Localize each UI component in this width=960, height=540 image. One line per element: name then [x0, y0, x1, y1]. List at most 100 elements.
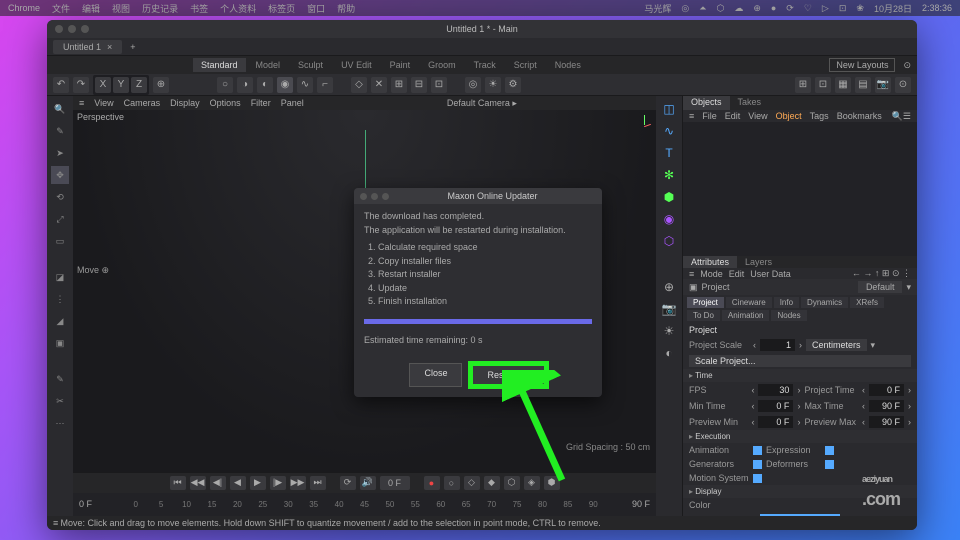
edit-icon[interactable]: ✎: [51, 122, 69, 140]
obj-menu[interactable]: Object: [776, 111, 802, 121]
axis-gizmo[interactable]: [639, 115, 651, 127]
loop-icon[interactable]: ⟳: [340, 476, 356, 490]
goto-end-icon[interactable]: ⏭: [310, 476, 326, 490]
frame-field[interactable]: 0 F: [380, 476, 410, 490]
knife-icon[interactable]: ✂: [51, 392, 69, 410]
tab-layers[interactable]: Layers: [737, 256, 780, 268]
gen-checkbox[interactable]: [753, 460, 762, 469]
next-key-icon[interactable]: ▶▶: [290, 476, 306, 490]
cat-xrefs[interactable]: XRefs: [850, 297, 884, 308]
material-icon[interactable]: ◐: [660, 344, 678, 362]
menu-item[interactable]: 帮助: [337, 2, 355, 15]
tool-icon[interactable]: ∿: [297, 77, 313, 93]
close-button[interactable]: Close: [409, 363, 462, 387]
status-icon[interactable]: ▷: [822, 3, 829, 14]
camera-icon[interactable]: 📷: [660, 300, 678, 318]
menu-item[interactable]: 视图: [112, 2, 130, 15]
new-tab-button[interactable]: +: [130, 42, 135, 52]
pmax-field[interactable]: 90 F: [869, 416, 904, 428]
misc-icon[interactable]: ⋯: [51, 414, 69, 432]
layout-track[interactable]: Track: [466, 58, 504, 72]
cat-dynamics[interactable]: Dynamics: [801, 297, 848, 308]
edge-icon[interactable]: ◢: [51, 312, 69, 330]
tab-attributes[interactable]: Attributes: [683, 256, 737, 268]
view-icon[interactable]: ▤: [855, 77, 871, 93]
scale-unit[interactable]: Centimeters: [806, 339, 867, 351]
menu-item[interactable]: 编辑: [82, 2, 100, 15]
globe-icon[interactable]: ⊕: [660, 278, 678, 296]
view-icon[interactable]: ⊞: [795, 77, 811, 93]
search-icon[interactable]: 🔍: [51, 100, 69, 118]
scale-value[interactable]: 1: [760, 339, 795, 351]
menu-item[interactable]: 个人资料: [220, 2, 256, 15]
layout-nodes[interactable]: Nodes: [547, 58, 589, 72]
vp-menu-item[interactable]: Cameras: [124, 98, 161, 108]
obj-menu[interactable]: View: [748, 111, 767, 121]
status-icon[interactable]: ⟳: [786, 3, 794, 14]
layout-standard[interactable]: Standard: [193, 58, 246, 72]
undo-icon[interactable]: ↶: [53, 77, 69, 93]
prev-frame-icon[interactable]: ◀|: [210, 476, 226, 490]
section-execution[interactable]: Execution: [683, 430, 917, 443]
tool-icon[interactable]: ◉: [277, 77, 293, 93]
select-icon[interactable]: ▭: [51, 232, 69, 250]
rotate-icon[interactable]: ⟲: [51, 188, 69, 206]
point-icon[interactable]: ⋮: [51, 290, 69, 308]
max-field[interactable]: 90 F: [869, 400, 904, 412]
vp-menu-item[interactable]: Options: [210, 98, 241, 108]
attr-menu[interactable]: Mode: [700, 269, 723, 279]
text-icon[interactable]: T: [660, 144, 678, 162]
object-list[interactable]: [683, 122, 917, 256]
range-end[interactable]: 90 F: [632, 499, 650, 509]
menu-item[interactable]: 标签页: [268, 2, 295, 15]
cube-icon[interactable]: ◫: [660, 100, 678, 118]
help-icon[interactable]: ⊙: [895, 77, 911, 93]
section-time[interactable]: Time: [683, 369, 917, 382]
axis-y[interactable]: Y: [113, 77, 129, 93]
tag-icon[interactable]: ⬡: [660, 232, 678, 250]
mot-checkbox[interactable]: [753, 474, 762, 483]
poly-icon[interactable]: ▣: [51, 334, 69, 352]
field-icon[interactable]: ⬢: [660, 188, 678, 206]
snap-icon[interactable]: ⊟: [411, 77, 427, 93]
menu-item[interactable]: 文件: [52, 2, 70, 15]
obj-menu[interactable]: Bookmarks: [837, 111, 882, 121]
layout-model[interactable]: Model: [248, 58, 289, 72]
axis-z[interactable]: Z: [131, 77, 147, 93]
cat-todo[interactable]: To Do: [687, 310, 720, 321]
sound-icon[interactable]: 🔊: [360, 476, 376, 490]
deformer-icon[interactable]: ◉: [660, 210, 678, 228]
tool-icon[interactable]: ○: [217, 77, 233, 93]
redo-icon[interactable]: ↷: [73, 77, 89, 93]
render-icon[interactable]: ◎: [465, 77, 481, 93]
status-icon[interactable]: ⊕: [753, 3, 761, 14]
snap-icon[interactable]: ◇: [351, 77, 367, 93]
obj-menu[interactable]: Tags: [810, 111, 829, 121]
view-icon[interactable]: ▦: [835, 77, 851, 93]
menu-item[interactable]: 历史记录: [142, 2, 178, 15]
snap-icon[interactable]: ⊞: [391, 77, 407, 93]
key-icon[interactable]: ◇: [464, 476, 480, 490]
layout-groom[interactable]: Groom: [420, 58, 464, 72]
attr-menu[interactable]: Edit: [729, 269, 745, 279]
tab-objects[interactable]: Objects: [683, 96, 730, 110]
tool-icon[interactable]: ⌐: [317, 77, 333, 93]
new-layouts-button[interactable]: New Layouts: [829, 58, 895, 72]
prev-key-icon[interactable]: ◀◀: [190, 476, 206, 490]
cat-project[interactable]: Project: [687, 297, 724, 308]
play-icon[interactable]: ▶: [250, 476, 266, 490]
tool-icon[interactable]: ◐: [257, 77, 273, 93]
vp-menu-item[interactable]: Panel: [281, 98, 304, 108]
cursor-icon[interactable]: ➤: [51, 144, 69, 162]
key-icon[interactable]: ⬢: [544, 476, 560, 490]
status-icon[interactable]: ⏶: [699, 3, 706, 14]
light-icon[interactable]: ☀: [660, 322, 678, 340]
render-icon[interactable]: ☀: [485, 77, 501, 93]
cat-info[interactable]: Info: [774, 297, 799, 308]
spline-icon[interactable]: ∿: [660, 122, 678, 140]
search-icon[interactable]: 🔍☰: [892, 111, 911, 122]
pmin-field[interactable]: 0 F: [758, 416, 793, 428]
range-start[interactable]: 0 F: [79, 499, 92, 509]
world-icon[interactable]: ⊕: [153, 77, 169, 93]
traffic-lights[interactable]: [55, 25, 89, 33]
